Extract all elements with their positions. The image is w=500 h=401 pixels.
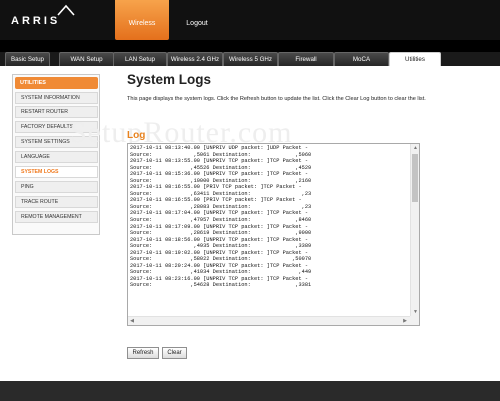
log-content: 2017-10-11 08:13:40.00 [UNPRIV UDP packe… xyxy=(130,145,410,289)
log-label: Log xyxy=(127,130,146,141)
tab-wireless-24[interactable]: Wireless 2.4 GHz xyxy=(167,52,223,66)
log-textarea[interactable]: 2017-10-11 08:13:40.00 [UNPRIV UDP packe… xyxy=(127,143,420,326)
sidebar-item-trace-route[interactable]: TRACE ROUTE xyxy=(15,196,98,208)
arrow-right-icon[interactable]: ▶ xyxy=(401,317,409,325)
sidebar-item-remote-management[interactable]: REMOTE MANAGEMENT xyxy=(15,211,98,223)
tab-firewall[interactable]: Firewall xyxy=(278,52,334,66)
sidebar-header: UTILITIES xyxy=(15,77,98,89)
resize-corner[interactable] xyxy=(410,316,419,325)
clear-button[interactable]: Clear xyxy=(162,347,187,359)
sidebar-item-ping[interactable]: PING xyxy=(15,181,98,193)
header-band xyxy=(0,40,500,52)
sidebar-item-system-information[interactable]: SYSTEM INFORMATION xyxy=(15,92,98,104)
tab-lan-setup[interactable]: LAN Setup xyxy=(113,52,167,66)
horizontal-scrollbar[interactable]: ◀ ▶ xyxy=(128,316,419,325)
scroll-thumb[interactable] xyxy=(412,154,418,202)
tab-basic-setup[interactable]: Basic Setup xyxy=(5,52,50,66)
refresh-button[interactable]: Refresh xyxy=(127,347,159,359)
arrow-up-icon[interactable]: ▲ xyxy=(412,144,419,152)
page-description: This page displays the system logs. Clic… xyxy=(127,96,426,102)
top-header: ARRIS Wireless Logout xyxy=(0,0,500,40)
arris-logo: ARRIS xyxy=(11,15,61,27)
tab-moca[interactable]: MoCA xyxy=(334,52,389,66)
footer xyxy=(0,381,500,401)
tab-wan-setup[interactable]: WAN Setup xyxy=(59,52,114,66)
tab-wireless-5[interactable]: Wireless 5 GHz xyxy=(223,52,278,66)
arrow-left-icon[interactable]: ◀ xyxy=(128,317,136,325)
sidebar-item-language[interactable]: LANGUAGE xyxy=(15,151,98,163)
vertical-scrollbar[interactable]: ▲ ▼ xyxy=(410,144,419,316)
nav-tab-wireless[interactable]: Wireless xyxy=(115,0,169,40)
tab-utilities[interactable]: Utilities xyxy=(389,52,441,66)
page-title: System Logs xyxy=(127,72,212,87)
arrow-down-icon[interactable]: ▼ xyxy=(412,308,419,316)
log-line: Source: ,54628 Destination: ,3381 xyxy=(130,282,312,289)
nav-tab-logout[interactable]: Logout xyxy=(174,0,220,40)
sidebar-item-system-logs[interactable]: SYSTEM LOGS xyxy=(15,166,98,178)
sidebar: UTILITIES SYSTEM INFORMATION RESTART ROU… xyxy=(12,74,100,235)
sub-tab-bar: Basic Setup WAN Setup LAN Setup Wireless… xyxy=(0,52,500,66)
arris-chevron-icon xyxy=(57,4,75,16)
